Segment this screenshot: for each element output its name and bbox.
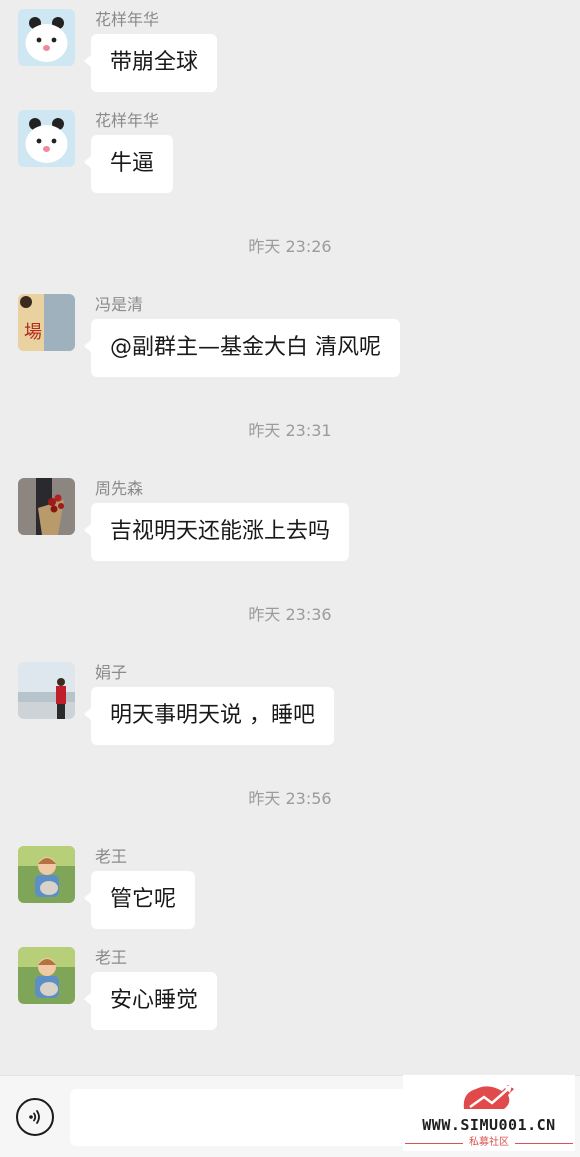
boy-with-cat-avatar[interactable]	[18, 846, 75, 903]
message-bubble[interactable]: 带崩全球	[83, 34, 218, 92]
sender-name: 老王	[95, 847, 128, 866]
timestamp: 昨天 23:36	[248, 605, 332, 624]
voice-button[interactable]	[16, 1098, 54, 1136]
timestamp: 昨天 23:26	[248, 237, 332, 256]
message-bubble[interactable]: 吉视明天还能涨上去吗	[83, 503, 350, 561]
sender-name: 老王	[95, 948, 128, 967]
panda-avatar[interactable]	[18, 9, 75, 66]
voice-icon	[29, 1110, 40, 1124]
panda-avatar[interactable]	[18, 110, 75, 167]
message-bubble[interactable]: 牛逼	[83, 135, 174, 193]
chat-message-list[interactable]: 花样年华 带崩全球 花样年华 牛逼 昨天 23:26 場 冯是清 @副群主—基金…	[0, 0, 580, 1075]
calligraphy-avatar[interactable]: 場	[18, 294, 75, 351]
watermark-site: WWW.SIMU001.CN	[422, 1116, 556, 1134]
sender-name: 娟子	[95, 663, 128, 682]
sender-name: 花样年华	[95, 111, 160, 130]
sender-name: 冯是清	[95, 295, 144, 314]
sender-name: 周先森	[95, 479, 144, 498]
message-bubble[interactable]: 明天事明天说 ，睡吧	[84, 687, 334, 745]
timestamp: 昨天 23:56	[248, 789, 332, 808]
bull-logo-icon	[463, 1085, 514, 1109]
watermark-tagline: 私募社区	[469, 1137, 509, 1148]
roses-avatar[interactable]	[18, 478, 75, 535]
timestamp: 昨天 23:31	[248, 421, 332, 440]
message-bubble[interactable]: @副群主—基金大白 清风呢	[84, 319, 400, 377]
sender-name: 花样年华	[95, 10, 160, 29]
message-bubble[interactable]: 管它呢	[83, 871, 196, 929]
watermark: WWW.SIMU001.CN 私募社区	[403, 1075, 575, 1151]
lakeside-woman-avatar[interactable]	[18, 662, 75, 719]
svg-text:場: 場	[24, 322, 42, 343]
boy-with-cat-avatar[interactable]	[18, 947, 75, 1004]
message-bubble[interactable]: 安心睡觉	[83, 972, 218, 1030]
